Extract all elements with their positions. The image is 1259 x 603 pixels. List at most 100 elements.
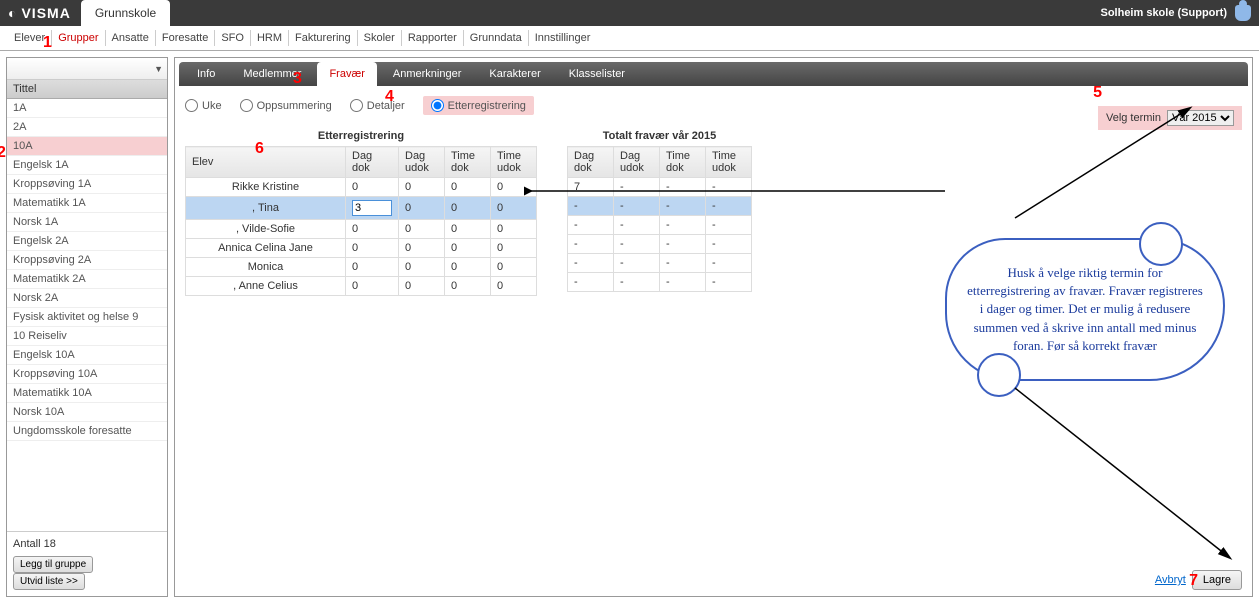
absence-cell[interactable]: 0: [491, 277, 537, 296]
nav-grupper[interactable]: Grupper: [52, 30, 105, 46]
nav-ansatte[interactable]: Ansatte: [106, 30, 156, 46]
filter-etterregistrering[interactable]: Etterregistrering: [423, 96, 534, 115]
sidebar-item[interactable]: Engelsk 1A: [7, 156, 167, 175]
table2-title: Totalt fravær vår 2015: [568, 127, 752, 147]
top-tab-grunnskole[interactable]: Grunnskole: [81, 0, 170, 26]
absence-cell[interactable]: 0: [445, 197, 491, 220]
absence-cell[interactable]: 0: [445, 239, 491, 258]
arrow-to-term-icon: [1005, 98, 1205, 228]
absence-cell[interactable]: 0: [491, 258, 537, 277]
nav-hrm[interactable]: HRM: [251, 30, 289, 46]
absence-cell[interactable]: 0: [346, 178, 399, 197]
sidebar-item[interactable]: Matematikk 2A: [7, 270, 167, 289]
filter-detaljer[interactable]: Detaljer: [350, 99, 405, 112]
sidebar-item[interactable]: Ungdomsskole foresatte: [7, 422, 167, 441]
tab-karakterer[interactable]: Karakterer: [477, 62, 552, 86]
absence-input[interactable]: [352, 200, 392, 216]
school-name: Solheim skole (Support): [1100, 7, 1227, 19]
student-name: , Vilde-Sofie: [186, 220, 346, 239]
total-cell: -: [660, 197, 706, 216]
annotation-4: 4: [385, 88, 394, 106]
total-cell: -: [568, 197, 614, 216]
absence-cell[interactable]: 0: [445, 220, 491, 239]
sidebar-item[interactable]: Norsk 10A: [7, 403, 167, 422]
save-button[interactable]: Lagre: [1192, 570, 1242, 590]
col-header: Time udok: [706, 147, 752, 178]
absence-cell[interactable]: [346, 197, 399, 220]
sidebar-item[interactable]: Fysisk aktivitet og helse 9: [7, 308, 167, 327]
sidebar-item[interactable]: Matematikk 10A: [7, 384, 167, 403]
sidebar-dropdown[interactable]: ▼: [7, 58, 167, 80]
nav-innstillinger[interactable]: Innstillinger: [529, 30, 597, 46]
filter-uke[interactable]: Uke: [185, 99, 222, 112]
student-name: Monica: [186, 258, 346, 277]
absence-cell[interactable]: 0: [491, 220, 537, 239]
absence-cell[interactable]: 0: [399, 220, 445, 239]
absence-cell[interactable]: 0: [346, 258, 399, 277]
total-cell: -: [706, 273, 752, 292]
absence-cell[interactable]: 0: [491, 239, 537, 258]
nav-sfo[interactable]: SFO: [215, 30, 251, 46]
sidebar-item[interactable]: Matematikk 1A: [7, 194, 167, 213]
annotation-1: 1: [43, 34, 52, 52]
absence-cell[interactable]: 0: [445, 277, 491, 296]
sidebar-item[interactable]: Norsk 2A: [7, 289, 167, 308]
total-cell: -: [614, 197, 660, 216]
absence-cell[interactable]: 0: [346, 220, 399, 239]
col-header: Dag udok: [399, 147, 445, 178]
absence-cell[interactable]: 0: [346, 239, 399, 258]
sidebar-item[interactable]: Kroppsøving 2A: [7, 251, 167, 270]
absence-cell[interactable]: 0: [445, 178, 491, 197]
expand-list-button[interactable]: Utvid liste >>: [13, 573, 85, 590]
total-cell: -: [568, 216, 614, 235]
cancel-link[interactable]: Avbryt: [1155, 574, 1186, 586]
sidebar-item[interactable]: Engelsk 2A: [7, 232, 167, 251]
sidebar-item[interactable]: Norsk 1A: [7, 213, 167, 232]
col-header: Time dok: [660, 147, 706, 178]
nav-skoler[interactable]: Skoler: [358, 30, 402, 46]
sidebar-item[interactable]: 1A: [7, 99, 167, 118]
sidebar-item[interactable]: Kroppsøving 1A: [7, 175, 167, 194]
annotation-3: 3: [293, 70, 302, 88]
sidebar-item[interactable]: Kroppsøving 10A: [7, 365, 167, 384]
sidebar-item[interactable]: 10 Reiseliv: [7, 327, 167, 346]
sidebar-item[interactable]: 2A: [7, 118, 167, 137]
absence-cell[interactable]: 0: [346, 277, 399, 296]
annotation-2: 2: [0, 144, 6, 162]
col-header: Time dok: [445, 147, 491, 178]
absence-cell[interactable]: 0: [491, 197, 537, 220]
total-cell: -: [568, 235, 614, 254]
absence-cell[interactable]: 0: [399, 239, 445, 258]
sidebar-count: Antall 18: [13, 538, 161, 550]
absence-cell[interactable]: 0: [399, 277, 445, 296]
student-name: , Anne Celius: [186, 277, 346, 296]
student-name: Rikke Kristine: [186, 178, 346, 197]
total-cell: -: [614, 235, 660, 254]
col-header: Elev: [186, 147, 346, 178]
tab-klasselister[interactable]: Klasselister: [557, 62, 637, 86]
visma-logo: VISMA: [8, 5, 71, 21]
total-cell: -: [660, 235, 706, 254]
total-cell: -: [614, 273, 660, 292]
nav-rapporter[interactable]: Rapporter: [402, 30, 464, 46]
sidebar-item[interactable]: Engelsk 10A: [7, 346, 167, 365]
nav-grunndata[interactable]: Grunndata: [464, 30, 529, 46]
absence-cell[interactable]: 0: [399, 197, 445, 220]
annotation-7: 7: [1189, 572, 1198, 590]
tab-anmerkninger[interactable]: Anmerkninger: [381, 62, 473, 86]
absence-cell[interactable]: 0: [399, 258, 445, 277]
sidebar-item[interactable]: 10A: [7, 137, 167, 156]
absence-cell[interactable]: 0: [445, 258, 491, 277]
filter-oppsummering[interactable]: Oppsummering: [240, 99, 332, 112]
user-icon[interactable]: [1235, 5, 1251, 21]
student-name: Annica Celina Jane: [186, 239, 346, 258]
add-group-button[interactable]: Legg til gruppe: [13, 556, 93, 573]
annotation-5: 5: [1093, 84, 1102, 102]
annotation-6: 6: [255, 140, 264, 158]
tab-fravær[interactable]: Fravær: [317, 62, 376, 86]
nav-fakturering[interactable]: Fakturering: [289, 30, 358, 46]
absence-cell[interactable]: 0: [399, 178, 445, 197]
col-header: Dag dok: [346, 147, 399, 178]
nav-foresatte[interactable]: Foresatte: [156, 30, 215, 46]
tab-info[interactable]: Info: [185, 62, 227, 86]
